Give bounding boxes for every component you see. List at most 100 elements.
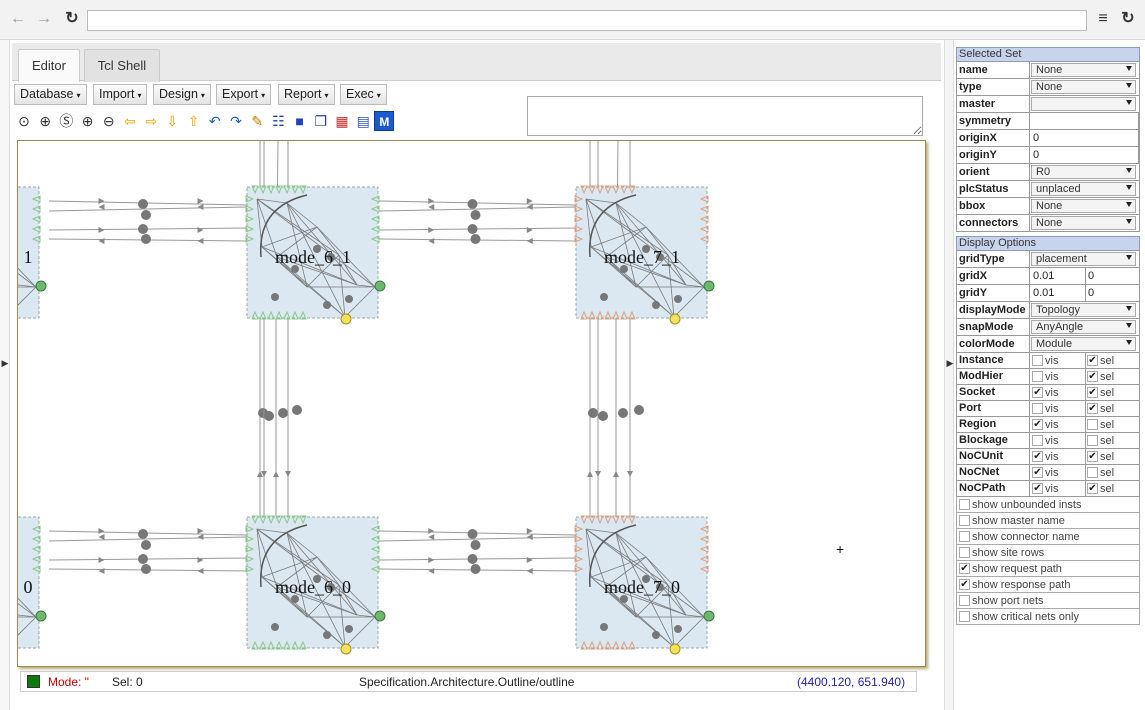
expand-left-icon[interactable]: ▶ (0, 358, 10, 369)
displaymode-select[interactable]: Topology (1031, 303, 1136, 317)
redo-icon[interactable]: ↷ (226, 111, 246, 131)
copy-icon[interactable]: ❐ (311, 111, 331, 131)
vis-checkbox[interactable] (1032, 403, 1043, 414)
sel-checkbox[interactable]: ✔ (1087, 451, 1098, 462)
left-arrow-icon[interactable]: ← (8, 9, 28, 29)
ruler-icon[interactable]: ✎ (247, 111, 267, 131)
layer-label: Instance (957, 353, 1030, 368)
display-option[interactable]: show unbounded insts (956, 497, 1140, 513)
left-collapse-bar[interactable]: ▶ (0, 40, 10, 710)
grid-icon[interactable]: ▦ (332, 111, 352, 131)
symmetry-input[interactable] (1031, 113, 1139, 129)
sel-checkbox[interactable]: ✔ (1087, 387, 1098, 398)
colormode-select[interactable]: Module (1031, 337, 1136, 351)
tab-editor[interactable]: Editor (18, 49, 80, 82)
hamburger-icon[interactable]: ≡ (1093, 9, 1113, 29)
url-input[interactable] (87, 10, 1087, 31)
zoom-area-icon[interactable]: ⊕ (35, 111, 55, 131)
zoom-out-icon[interactable]: ⊖ (99, 111, 119, 131)
option-checkbox[interactable]: ✔ (959, 563, 970, 574)
dropdown-arrow-icon (1126, 219, 1132, 224)
menu-database[interactable]: Database ▾ (14, 84, 87, 105)
gridx-input[interactable]: 0.01 (1031, 268, 1086, 284)
display-option[interactable]: ✔ show request path (956, 561, 1140, 577)
option-checkbox[interactable]: ✔ (959, 579, 970, 590)
display-option[interactable]: show site rows (956, 545, 1140, 561)
connectors-select[interactable]: None (1031, 216, 1136, 230)
snapmode-select[interactable]: AnyAngle (1031, 320, 1136, 334)
menu-report[interactable]: Report ▾ (278, 84, 335, 105)
vis-checkbox[interactable] (1032, 355, 1043, 366)
gridy-offset-input[interactable]: 0 (1086, 285, 1139, 301)
menu-design[interactable]: Design ▾ (153, 84, 211, 105)
collapse-right-icon[interactable]: ▶ (945, 358, 955, 369)
vis-checkbox[interactable] (1032, 371, 1043, 382)
inspect-icon[interactable]: ☷ (268, 111, 288, 131)
display-option[interactable]: ✔ show response path (956, 577, 1140, 593)
originx-input[interactable]: 0 (1031, 130, 1139, 146)
tab-tcl-shell[interactable]: Tcl Shell (84, 49, 160, 82)
display-option[interactable]: show master name (956, 513, 1140, 529)
name-select[interactable]: None (1031, 63, 1136, 77)
vis-checkbox[interactable]: ✔ (1032, 451, 1043, 462)
sel-checkbox[interactable]: ✔ (1087, 403, 1098, 414)
zoom-select-icon[interactable]: Ⓢ (56, 111, 76, 131)
zoom-in-icon[interactable]: ⊕ (78, 111, 98, 131)
prop-label: gridType (957, 251, 1030, 267)
display-option[interactable]: show critical nets only (956, 609, 1140, 625)
sel-checkbox[interactable]: ✔ (1087, 483, 1098, 494)
option-checkbox[interactable] (959, 515, 970, 526)
command-textarea[interactable] (527, 96, 923, 136)
menu-export[interactable]: Export ▾ (216, 84, 272, 105)
module-icon[interactable]: M (374, 111, 395, 131)
pan-down-icon[interactable]: ⇩ (162, 111, 182, 131)
option-checkbox[interactable] (959, 595, 970, 606)
zoom-fit-icon[interactable]: ⊙ (14, 111, 34, 131)
gridy-input[interactable]: 0.01 (1031, 285, 1086, 301)
option-checkbox[interactable] (959, 531, 970, 542)
type-select[interactable]: None (1031, 80, 1136, 94)
master-select[interactable] (1031, 97, 1136, 111)
plcstatus-select[interactable]: unplaced (1031, 182, 1136, 196)
prop-row-snapmode: snapMode AnyAngle (956, 319, 1140, 336)
topology-view[interactable]: 1 mode_6_1 mode_7_1 0 mode_6_0 mode_7_0 + (18, 141, 926, 667)
gridtype-select[interactable]: placement (1031, 252, 1136, 266)
vis-checkbox[interactable] (1032, 435, 1043, 446)
sel-checkbox[interactable] (1087, 435, 1098, 446)
sel-checkbox[interactable]: ✔ (1087, 371, 1098, 382)
option-checkbox[interactable] (959, 499, 970, 510)
originy-input[interactable]: 0 (1031, 147, 1139, 163)
tab-strip: Editor Tcl Shell (12, 43, 941, 82)
gridx-offset-input[interactable]: 0 (1086, 268, 1139, 284)
grid-alt-icon[interactable]: ▤ (353, 111, 373, 131)
orient-select[interactable]: R0 (1031, 165, 1136, 179)
right-arrow-icon[interactable]: → (34, 9, 54, 29)
sel-checkbox[interactable]: ✔ (1087, 355, 1098, 366)
pan-left-icon[interactable]: ⇦ (120, 111, 140, 131)
pan-right-icon[interactable]: ⇨ (141, 111, 161, 131)
menu-label: Export (222, 87, 259, 101)
noc-link (48, 564, 248, 574)
option-checkbox[interactable] (959, 611, 970, 622)
reload-page-icon[interactable]: ↻ (1118, 9, 1138, 29)
pan-up-icon[interactable]: ⇧ (184, 111, 204, 131)
option-checkbox[interactable] (959, 547, 970, 558)
vis-checkbox[interactable]: ✔ (1032, 467, 1043, 478)
display-option[interactable]: show port nets (956, 593, 1140, 609)
bbox-select[interactable]: None (1031, 199, 1136, 213)
display-option[interactable]: show connector name (956, 529, 1140, 545)
vis-checkbox[interactable]: ✔ (1032, 419, 1043, 430)
reload-icon[interactable]: ↻ (62, 9, 82, 29)
menu-exec[interactable]: Exec ▾ (340, 84, 387, 105)
right-collapse-bar[interactable]: ▶ (944, 40, 954, 710)
menu-import[interactable]: Import ▾ (93, 84, 148, 105)
sel-checkbox[interactable] (1087, 467, 1098, 478)
highlight-icon[interactable]: ■ (290, 111, 310, 131)
sel-checkbox[interactable] (1087, 419, 1098, 430)
vis-checkbox[interactable]: ✔ (1032, 387, 1043, 398)
socket-point (374, 280, 386, 292)
undo-icon[interactable]: ↶ (205, 111, 225, 131)
layout-canvas[interactable]: 1 mode_6_1 mode_7_1 0 mode_6_0 mode_7_0 + (17, 140, 926, 667)
column-divider (1085, 369, 1086, 384)
vis-checkbox[interactable]: ✔ (1032, 483, 1043, 494)
